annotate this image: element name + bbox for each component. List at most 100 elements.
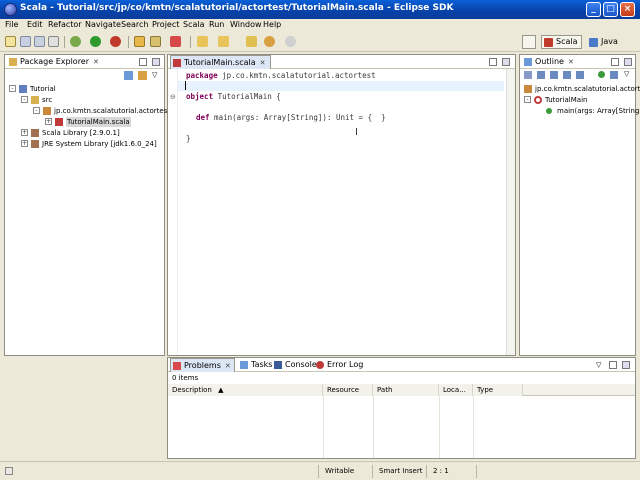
view-menu-icon[interactable]: ▽ <box>152 71 157 79</box>
expand-icon[interactable]: + <box>21 129 28 136</box>
fold-icon[interactable]: ⊖ <box>170 93 176 101</box>
maximize-icon[interactable] <box>624 58 632 66</box>
error-log-icon <box>316 361 324 369</box>
menu-edit[interactable]: Edit <box>27 20 43 29</box>
menu-navigate[interactable]: Navigate <box>85 20 121 29</box>
next-annotation-icon[interactable] <box>197 36 208 47</box>
focus-icon[interactable] <box>598 71 605 78</box>
tab-tutorialmain-scala[interactable]: TutorialMain.scala ✕ <box>170 55 271 69</box>
minimize-button[interactable]: _ <box>586 2 601 17</box>
minimize-icon[interactable] <box>611 58 619 66</box>
code-line-1[interactable]: package jp.co.kmtn.scalatutorial.actorte… <box>186 71 376 80</box>
open-type-icon[interactable] <box>134 36 145 47</box>
sort-icon[interactable] <box>524 71 532 79</box>
menu-refactor[interactable]: Refactor <box>48 20 82 29</box>
collapse-icon[interactable]: - <box>524 96 531 103</box>
expand-icon[interactable]: + <box>45 118 52 125</box>
toolbar-separator <box>128 36 129 48</box>
previous-annotation-icon[interactable] <box>218 36 229 47</box>
maximize-button[interactable]: □ <box>603 2 618 17</box>
library-icon <box>31 129 39 137</box>
collapse-icon[interactable]: - <box>33 107 40 114</box>
text-cursor <box>185 81 186 90</box>
menu-run[interactable]: Run <box>209 20 224 29</box>
title-bar[interactable]: Scala - Tutorial/src/jp/co/kmtn/scalatut… <box>0 0 640 19</box>
menu-file[interactable]: File <box>5 20 18 29</box>
status-bar: Writable Smart Insert 2 : 1 <box>0 461 640 480</box>
collapse-icon[interactable]: - <box>21 96 28 103</box>
menu-search[interactable]: Search <box>121 20 148 29</box>
minimize-icon[interactable] <box>609 361 617 369</box>
menu-window[interactable]: Window <box>230 20 262 29</box>
library-icon <box>31 140 39 148</box>
toolbar-separator <box>190 36 191 48</box>
save-all-icon[interactable] <box>34 36 45 47</box>
tab-console[interactable]: Console <box>272 358 317 372</box>
status-cursor-position: 2 : 1 <box>426 465 476 478</box>
forward-icon[interactable] <box>285 36 296 47</box>
debug-icon[interactable] <box>70 36 81 47</box>
column-location[interactable]: Loca... <box>439 384 473 396</box>
package-explorer-panel: Package Explorer ✕ ▽ - Tutorial - src - j… <box>4 54 170 356</box>
external-tools-icon[interactable] <box>110 36 121 47</box>
run-icon[interactable] <box>90 36 101 47</box>
collapse-icon[interactable]: - <box>9 85 16 92</box>
object-icon <box>534 96 542 104</box>
view-menu-icon[interactable]: ▽ <box>596 361 601 369</box>
hide-local-types-icon[interactable] <box>576 71 584 79</box>
link-icon[interactable] <box>610 71 618 79</box>
column-description[interactable]: Description ▲ <box>168 384 323 396</box>
new-icon[interactable] <box>5 36 16 47</box>
close-icon[interactable]: ✕ <box>93 58 99 66</box>
hide-nonpublic-icon[interactable] <box>563 71 571 79</box>
link-with-editor-icon[interactable] <box>138 71 147 80</box>
maximize-icon[interactable] <box>622 361 630 369</box>
code-editor-panel: TutorialMain.scala ✕ ⊖ package jp.co.kmtn… <box>167 54 516 356</box>
close-icon[interactable]: ✕ <box>225 362 231 370</box>
perspective-scala[interactable]: Scala <box>541 35 582 49</box>
print-icon[interactable] <box>48 36 59 47</box>
minimize-icon[interactable] <box>139 58 147 66</box>
tab-tasks[interactable]: Tasks <box>238 358 272 372</box>
last-edit-icon[interactable] <box>246 36 257 47</box>
current-line-highlight <box>178 81 504 91</box>
tab-outline[interactable]: Outline ✕ <box>522 55 574 69</box>
hide-static-icon[interactable] <box>550 71 558 79</box>
open-perspective-icon[interactable] <box>522 35 536 49</box>
column-path[interactable]: Path <box>373 384 439 396</box>
tab-problems[interactable]: Problems ✕ <box>170 358 235 372</box>
collapse-all-icon[interactable] <box>124 71 133 80</box>
code-line-7[interactable]: } <box>186 134 191 143</box>
public-method-icon <box>546 108 552 114</box>
perspective-java[interactable]: Java <box>586 35 622 49</box>
expand-icon[interactable]: + <box>21 140 28 147</box>
code-line-5[interactable]: def main(args: Array[String]): Unit = { … <box>196 113 386 122</box>
hide-fields-icon[interactable] <box>537 71 545 79</box>
menu-project[interactable]: Project <box>152 20 179 29</box>
package-icon <box>43 107 51 115</box>
editor-gutter <box>168 69 178 355</box>
tab-error-log[interactable]: Error Log <box>314 358 363 372</box>
close-icon[interactable]: ✕ <box>260 59 266 67</box>
code-line-3[interactable]: object TutorialMain { <box>186 92 281 101</box>
problems-panel: Problems ✕ Tasks Console Error Log ▽ 0 it… <box>167 357 636 459</box>
column-resource[interactable]: Resource <box>323 384 373 396</box>
menu-help[interactable]: Help <box>263 20 281 29</box>
main-toolbar: Scala Java <box>0 32 640 52</box>
mouse-ibeam-cursor: I <box>355 127 358 138</box>
fast-view-icon[interactable] <box>5 467 13 475</box>
save-icon[interactable] <box>20 36 31 47</box>
open-resource-icon[interactable] <box>150 36 161 47</box>
minimize-icon[interactable] <box>489 58 497 66</box>
menu-scala[interactable]: Scala <box>183 20 205 29</box>
close-icon[interactable]: ✕ <box>568 58 574 66</box>
maximize-icon[interactable] <box>502 58 510 66</box>
search-icon[interactable] <box>170 36 181 47</box>
maximize-icon[interactable] <box>152 58 160 66</box>
overview-ruler[interactable] <box>506 69 515 355</box>
close-button[interactable]: × <box>620 2 635 17</box>
tab-package-explorer[interactable]: Package Explorer ✕ <box>7 55 99 69</box>
column-type[interactable]: Type <box>473 384 523 396</box>
view-menu-icon[interactable]: ▽ <box>624 70 629 78</box>
back-icon[interactable] <box>264 36 275 47</box>
